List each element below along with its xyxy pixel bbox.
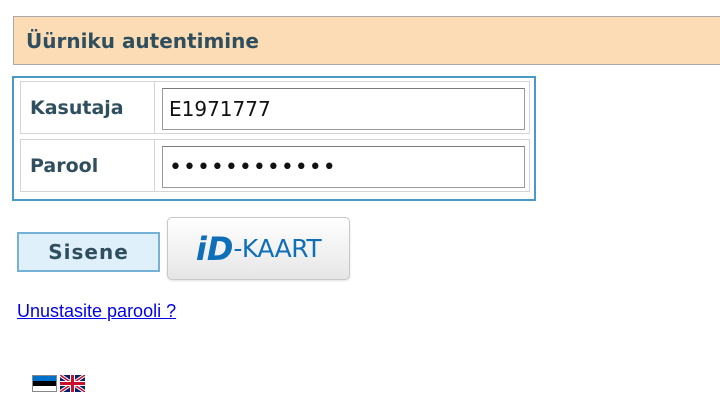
login-button[interactable]: Sisene — [17, 232, 160, 272]
uk-flag-icon[interactable] — [59, 373, 86, 394]
password-row: Parool — [20, 139, 530, 192]
page-header: Üürniku autentimine — [13, 16, 720, 65]
username-input[interactable] — [162, 88, 525, 130]
id-card-login-button[interactable]: iD -KAART — [167, 217, 350, 280]
password-input[interactable] — [162, 146, 525, 188]
estonian-flag-icon[interactable] — [32, 375, 57, 392]
id-card-logo-mark: iD — [195, 229, 234, 268]
password-label: Parool — [21, 140, 155, 191]
forgot-password-link[interactable]: Unustasite parooli ? — [17, 301, 176, 322]
username-label: Kasutaja — [21, 82, 155, 133]
id-card-label: -KAART — [233, 234, 322, 263]
uk-flag-graphic — [59, 373, 86, 394]
id-card-logo: iD -KAART — [195, 229, 322, 268]
page-title: Üürniku autentimine — [26, 28, 259, 53]
username-row: Kasutaja — [20, 81, 530, 134]
login-form: Kasutaja Parool — [12, 76, 536, 201]
estonian-flag-graphic — [32, 375, 57, 392]
